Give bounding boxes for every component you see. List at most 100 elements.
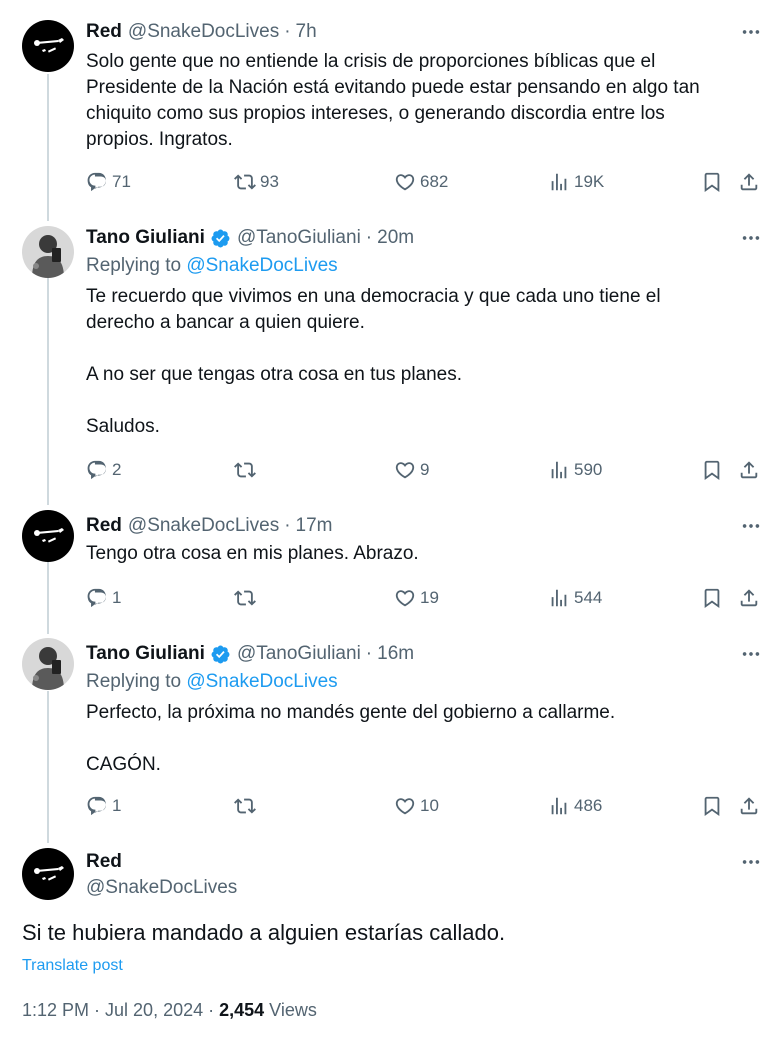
action-bar: 2 9 590 [86, 456, 766, 484]
verified-badge-icon[interactable] [210, 644, 231, 665]
share-button[interactable] [738, 456, 760, 484]
user-handle[interactable]: @SnakeDocLives [128, 515, 279, 537]
mention-link[interactable]: @SnakeDocLives [186, 671, 337, 692]
tweet-header: Red @SnakeDocLives · 7h [86, 18, 317, 46]
tweet-header: Red @SnakeDocLives · 17m [86, 512, 333, 540]
bookmark-button[interactable] [701, 168, 723, 196]
like-button[interactable]: 9 [394, 456, 429, 484]
retweet-icon [234, 171, 256, 193]
main-tweet-handle: @SnakeDocLives [86, 874, 237, 902]
more-icon [740, 21, 762, 43]
more-icon [740, 643, 762, 665]
bookmark-button[interactable] [701, 792, 723, 820]
views-count: 486 [574, 796, 603, 815]
separator-dot: · [365, 643, 373, 664]
reply-icon [86, 459, 108, 481]
display-name[interactable]: Tano Giuliani [86, 227, 205, 249]
translate-post-link[interactable]: Translate post [22, 957, 123, 975]
like-button[interactable]: 10 [394, 792, 439, 820]
timestamp[interactable]: 17m [296, 515, 333, 537]
user-handle[interactable]: @SnakeDocLives [128, 21, 279, 43]
share-button[interactable] [738, 792, 760, 820]
retweet-icon [234, 459, 256, 481]
guitar-avatar-icon [22, 848, 74, 900]
user-handle[interactable]: @TanoGiuliani [237, 227, 361, 249]
guitar-avatar-icon [22, 20, 74, 72]
reply-button[interactable]: 1 [86, 584, 121, 612]
more-button[interactable] [740, 640, 762, 668]
views-button[interactable]: 486 [548, 792, 602, 820]
views-button[interactable]: 590 [548, 456, 602, 484]
views-button[interactable]: 544 [548, 584, 602, 612]
views-button[interactable]: 19K [548, 168, 604, 196]
timestamp[interactable]: 20m [377, 227, 414, 249]
tweet[interactable]: Tano Giuliani @TanoGiuliani · 20m Replyi… [0, 224, 780, 494]
share-icon [738, 795, 760, 817]
heart-icon [394, 459, 416, 481]
bookmark-icon [701, 459, 723, 481]
reply-button[interactable]: 2 [86, 456, 121, 484]
retweet-button[interactable]: 93 [234, 168, 279, 196]
views-count: 19K [574, 172, 605, 191]
retweet-button[interactable] [234, 456, 260, 484]
timestamp[interactable]: 7h [296, 21, 317, 43]
reply-button[interactable]: 1 [86, 792, 121, 820]
bookmark-button[interactable] [701, 456, 723, 484]
mention-link[interactable]: @SnakeDocLives [186, 255, 337, 276]
user-handle[interactable]: @TanoGiuliani [237, 643, 361, 665]
avatar[interactable] [22, 226, 74, 278]
replying-to: Replying to @SnakeDocLives [86, 671, 338, 693]
avatar[interactable] [22, 20, 74, 72]
retweet-button[interactable] [234, 792, 260, 820]
views-icon [548, 795, 570, 817]
reply-button[interactable]: 71 [86, 168, 131, 196]
separator-dot: · [284, 21, 291, 42]
action-bar: 1 10 486 [86, 792, 766, 820]
main-tweet-name: Red [86, 848, 122, 876]
bookmark-icon [701, 587, 723, 609]
like-button[interactable]: 19 [394, 584, 439, 612]
more-icon [740, 851, 762, 873]
avatar[interactable] [22, 638, 74, 690]
reply-count: 1 [112, 588, 122, 607]
avatar[interactable] [22, 510, 74, 562]
reply-icon [86, 587, 108, 609]
share-button[interactable] [738, 584, 760, 612]
more-button[interactable] [740, 18, 762, 46]
user-handle[interactable]: @SnakeDocLives [86, 877, 237, 899]
display-name[interactable]: Red [86, 515, 122, 537]
bookmark-icon [701, 171, 723, 193]
display-name[interactable]: Red [86, 851, 122, 873]
share-icon [738, 459, 760, 481]
display-name[interactable]: Tano Giuliani [86, 643, 205, 665]
separator-dot: · [365, 227, 373, 248]
retweet-icon [234, 587, 256, 609]
like-button[interactable]: 682 [394, 168, 448, 196]
post-timestamp[interactable]: 1:12 PM · Jul 20, 2024 · [22, 1000, 219, 1020]
more-button[interactable] [740, 512, 762, 540]
timestamp[interactable]: 16m [377, 643, 414, 665]
reply-count: 2 [112, 460, 122, 479]
views-count: 590 [574, 460, 603, 479]
avatar[interactable] [22, 848, 74, 900]
more-button[interactable] [740, 848, 762, 876]
action-bar: 71 93 682 19K [86, 168, 766, 196]
main-tweet-text: Si te hubiera mandado a alguien estarías… [22, 920, 506, 945]
display-name[interactable]: Red [86, 21, 122, 43]
more-icon [740, 515, 762, 537]
tweet-text: Perfecto, la próxima no mandés gente del… [86, 702, 616, 775]
more-button[interactable] [740, 224, 762, 252]
tweet[interactable]: Red @SnakeDocLives · 17m Tengo otra cosa… [0, 510, 780, 622]
heart-icon [394, 171, 416, 193]
tweet[interactable]: Red @SnakeDocLives · 7h Solo gente que n… [0, 18, 780, 208]
like-count: 9 [420, 460, 430, 479]
share-button[interactable] [738, 168, 760, 196]
reply-icon [86, 171, 108, 193]
tweet-header: Tano Giuliani @TanoGiuliani · 20m [86, 224, 414, 252]
share-icon [738, 171, 760, 193]
verified-badge-icon[interactable] [210, 228, 231, 249]
retweet-button[interactable] [234, 584, 260, 612]
tweet-text: Te recuerdo que vivimos en una democraci… [86, 286, 661, 437]
tweet[interactable]: Tano Giuliani @TanoGiuliani · 16m Replyi… [0, 638, 780, 830]
bookmark-button[interactable] [701, 584, 723, 612]
